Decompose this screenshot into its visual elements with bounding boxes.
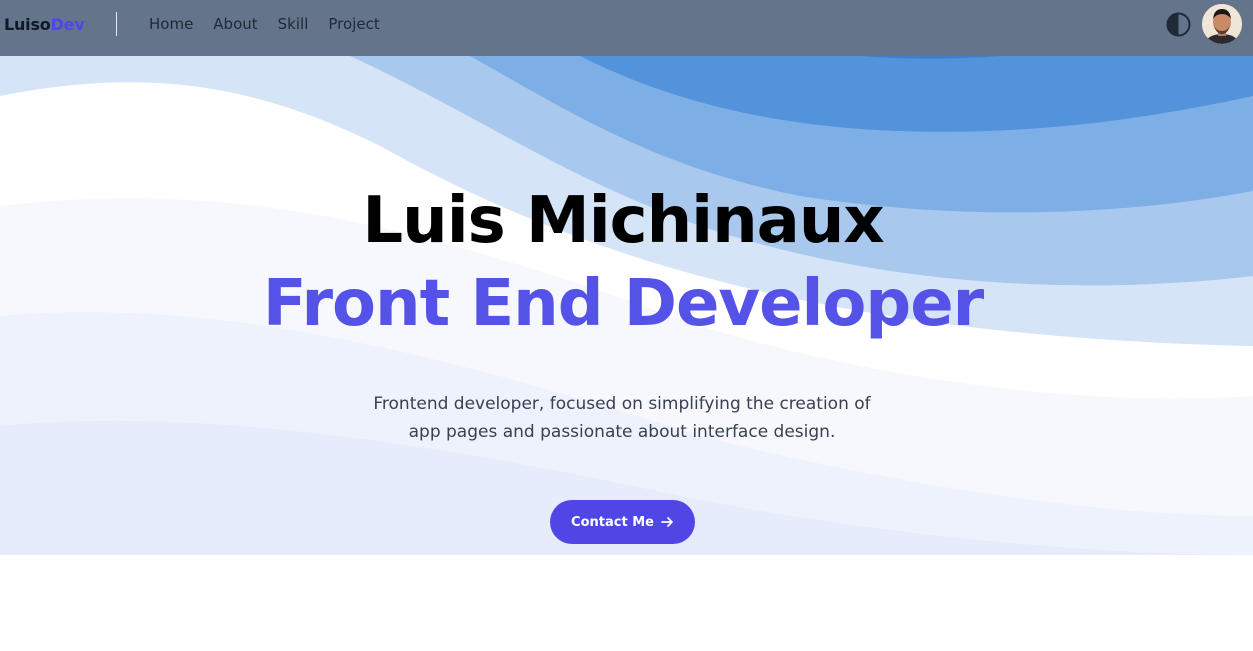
logo-text: Luiso (4, 15, 51, 34)
contrast-icon[interactable] (1166, 12, 1191, 37)
hero-description: Frontend developer, focused on simplifyi… (373, 394, 871, 442)
nav-links: Home About Skill Project (149, 15, 380, 33)
arrow-right-icon (661, 517, 673, 527)
navbar: LuisoDev Home About Skill Project (0, 0, 1253, 56)
nav-item-skill[interactable]: Skill (278, 15, 309, 33)
hero-name: Luis Michinaux (362, 184, 884, 258)
contact-me-button[interactable]: Contact Me (550, 500, 695, 544)
nav-item-project[interactable]: Project (328, 15, 379, 33)
logo-accent: Dev (50, 15, 85, 34)
nav-divider (116, 12, 117, 36)
hero-section: Luis Michinaux Front End Developer Front… (0, 56, 1253, 555)
contact-me-label: Contact Me (571, 514, 654, 530)
nav-item-home[interactable]: Home (149, 15, 193, 33)
hero-role: Front End Developer (262, 267, 984, 341)
nav-item-about[interactable]: About (213, 15, 257, 33)
logo[interactable]: LuisoDev (4, 15, 85, 34)
user-avatar[interactable] (1202, 4, 1242, 44)
